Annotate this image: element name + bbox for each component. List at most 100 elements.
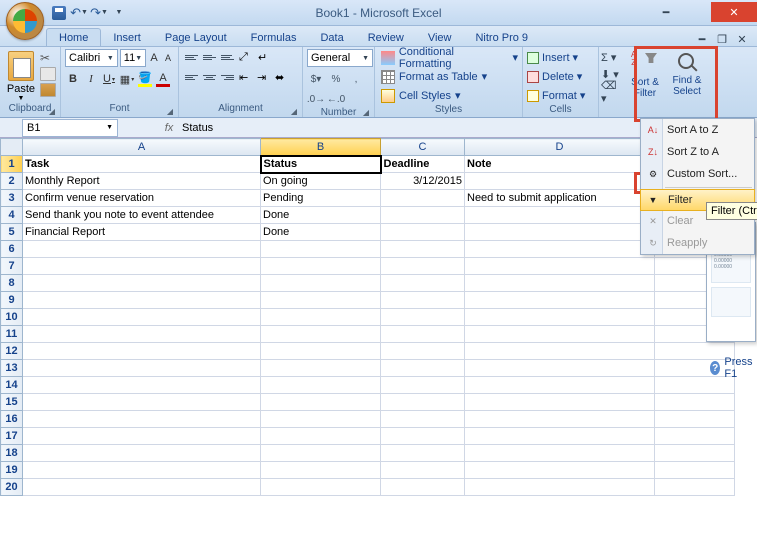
decrease-indent-button[interactable]: ⇤ bbox=[237, 69, 254, 85]
cell-A19[interactable] bbox=[23, 462, 261, 479]
cell-A13[interactable] bbox=[23, 360, 261, 377]
format-cells-button[interactable]: Format ▾ bbox=[527, 87, 594, 104]
comma-button[interactable]: , bbox=[347, 71, 365, 87]
fx-button[interactable]: fx bbox=[160, 122, 178, 134]
cell-D15[interactable] bbox=[465, 394, 655, 411]
cell-B18[interactable] bbox=[261, 445, 381, 462]
cell-C18[interactable] bbox=[381, 445, 465, 462]
cell-A14[interactable] bbox=[23, 377, 261, 394]
cell-C12[interactable] bbox=[381, 343, 465, 360]
menu-custom-sort[interactable]: ⚙Custom Sort... bbox=[641, 163, 754, 185]
cell-C5[interactable] bbox=[381, 224, 465, 241]
col-header-A[interactable]: A bbox=[23, 139, 261, 156]
font-color-button[interactable]: A bbox=[155, 71, 171, 87]
format-painter-button[interactable] bbox=[40, 83, 56, 97]
cell-styles-button[interactable]: Cell Styles ▾ bbox=[379, 87, 518, 104]
font-name-combo[interactable]: Calibri▼ bbox=[65, 49, 118, 67]
close-workbook-button[interactable]: ✕ bbox=[735, 33, 749, 46]
minimize-ribbon-button[interactable]: ━ bbox=[695, 33, 709, 46]
align-top-button[interactable] bbox=[183, 49, 200, 65]
row-header-4[interactable]: 4 bbox=[1, 207, 23, 224]
cell-B9[interactable] bbox=[261, 292, 381, 309]
cell-A5[interactable]: Financial Report bbox=[23, 224, 261, 241]
office-button[interactable] bbox=[6, 2, 44, 40]
cell-D20[interactable] bbox=[465, 479, 655, 496]
tab-home[interactable]: Home bbox=[46, 28, 101, 46]
restore-window-button[interactable]: ❐ bbox=[715, 33, 729, 46]
cell-D16[interactable] bbox=[465, 411, 655, 428]
cell-B14[interactable] bbox=[261, 377, 381, 394]
row-header-20[interactable]: 20 bbox=[1, 479, 23, 496]
merge-center-button[interactable]: ⬌ bbox=[273, 69, 291, 85]
cell-E19[interactable] bbox=[655, 462, 735, 479]
cell-D14[interactable] bbox=[465, 377, 655, 394]
cell-C19[interactable] bbox=[381, 462, 465, 479]
close-button[interactable]: ✕ bbox=[711, 2, 757, 22]
insert-cells-button[interactable]: Insert ▾ bbox=[527, 49, 594, 66]
row-header-14[interactable]: 14 bbox=[1, 377, 23, 394]
cell-D19[interactable] bbox=[465, 462, 655, 479]
row-header-11[interactable]: 11 bbox=[1, 326, 23, 343]
row-header-3[interactable]: 3 bbox=[1, 190, 23, 207]
italic-button[interactable]: I bbox=[83, 71, 99, 87]
wrap-text-button[interactable]: ↵ bbox=[256, 49, 274, 65]
orientation-button[interactable]: ⤢ bbox=[237, 49, 255, 65]
col-header-D[interactable]: D bbox=[465, 139, 655, 156]
tab-nitro-pro-9[interactable]: Nitro Pro 9 bbox=[463, 29, 540, 46]
delete-cells-button[interactable]: Delete ▾ bbox=[527, 68, 594, 85]
tab-data[interactable]: Data bbox=[308, 29, 355, 46]
cell-D1[interactable]: Note bbox=[465, 156, 655, 173]
cell-B19[interactable] bbox=[261, 462, 381, 479]
cell-A9[interactable] bbox=[23, 292, 261, 309]
row-header-7[interactable]: 7 bbox=[1, 258, 23, 275]
cell-B3[interactable]: Pending bbox=[261, 190, 381, 207]
cell-A2[interactable]: Monthly Report bbox=[23, 173, 261, 190]
col-header-B[interactable]: B bbox=[261, 139, 381, 156]
align-middle-button[interactable] bbox=[201, 49, 218, 65]
shrink-font-button[interactable]: A bbox=[162, 50, 174, 66]
cell-D12[interactable] bbox=[465, 343, 655, 360]
cell-C9[interactable] bbox=[381, 292, 465, 309]
autosum-button[interactable]: Σ ▾ bbox=[601, 49, 621, 66]
bold-button[interactable]: B bbox=[65, 71, 81, 87]
cell-B16[interactable] bbox=[261, 411, 381, 428]
font-launcher[interactable]: ◢ bbox=[167, 107, 173, 116]
border-button[interactable]: ▦▾ bbox=[119, 71, 135, 87]
cell-C2[interactable]: 3/12/2015 bbox=[381, 173, 465, 190]
decrease-decimal-button[interactable]: ←.0 bbox=[327, 91, 345, 107]
row-header-2[interactable]: 2 bbox=[1, 173, 23, 190]
cell-A12[interactable] bbox=[23, 343, 261, 360]
percent-button[interactable]: % bbox=[327, 71, 345, 87]
cell-A11[interactable] bbox=[23, 326, 261, 343]
cell-B6[interactable] bbox=[261, 241, 381, 258]
cell-C11[interactable] bbox=[381, 326, 465, 343]
cell-B10[interactable] bbox=[261, 309, 381, 326]
cell-A6[interactable] bbox=[23, 241, 261, 258]
cell-A17[interactable] bbox=[23, 428, 261, 445]
cell-D7[interactable] bbox=[465, 258, 655, 275]
maximize-button[interactable] bbox=[681, 3, 711, 21]
cell-A8[interactable] bbox=[23, 275, 261, 292]
cell-A16[interactable] bbox=[23, 411, 261, 428]
cell-A18[interactable] bbox=[23, 445, 261, 462]
cell-B15[interactable] bbox=[261, 394, 381, 411]
cell-D6[interactable] bbox=[465, 241, 655, 258]
clipboard-launcher[interactable]: ◢ bbox=[49, 107, 55, 116]
cut-button[interactable] bbox=[40, 51, 56, 65]
cell-D11[interactable] bbox=[465, 326, 655, 343]
cell-A3[interactable]: Confirm venue reservation bbox=[23, 190, 261, 207]
cell-C15[interactable] bbox=[381, 394, 465, 411]
save-button[interactable] bbox=[50, 4, 68, 22]
grow-font-button[interactable]: A bbox=[148, 50, 160, 66]
font-size-combo[interactable]: 11▼ bbox=[120, 49, 146, 67]
undo-button[interactable]: ↶▼ bbox=[70, 4, 88, 22]
row-header-9[interactable]: 9 bbox=[1, 292, 23, 309]
qat-customize[interactable]: ▼ bbox=[110, 4, 128, 22]
cell-B4[interactable]: Done bbox=[261, 207, 381, 224]
cell-C10[interactable] bbox=[381, 309, 465, 326]
format-as-table-button[interactable]: Format as Table ▾ bbox=[379, 68, 518, 85]
tab-page-layout[interactable]: Page Layout bbox=[153, 29, 239, 46]
name-box[interactable]: B1▼ bbox=[22, 119, 118, 137]
cell-D17[interactable] bbox=[465, 428, 655, 445]
tab-review[interactable]: Review bbox=[356, 29, 416, 46]
